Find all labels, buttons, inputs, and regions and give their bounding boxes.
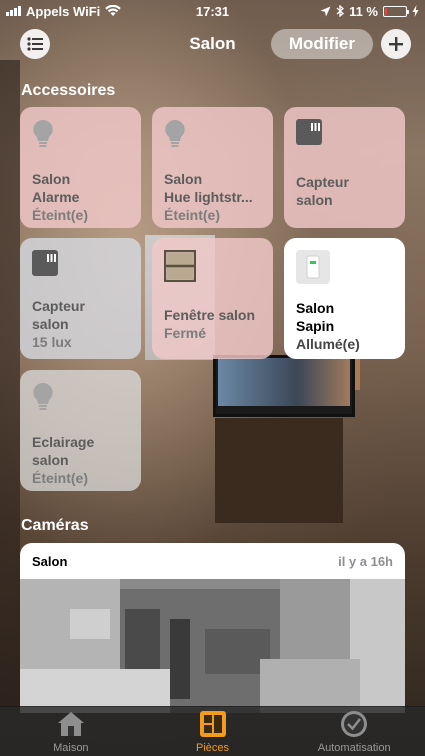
tab-maison[interactable]: Maison bbox=[0, 707, 142, 756]
accessory-tile-salon-hue[interactable]: Salon Hue lightstr... Éteint(e) bbox=[152, 107, 273, 228]
camera-timestamp: il y a 16h bbox=[338, 553, 393, 569]
sensor-icon bbox=[32, 250, 58, 276]
list-icon bbox=[27, 37, 43, 51]
tab-label: Maison bbox=[53, 742, 89, 754]
accessory-tile-salon-sapin[interactable]: Salon Sapin Allumé(e) bbox=[284, 238, 405, 359]
tile-status: Éteint(e) bbox=[32, 207, 88, 223]
accessory-tile-capteur-salon[interactable]: Capteur salon bbox=[284, 107, 405, 228]
accessory-tile-salon-alarme[interactable]: Salon Alarme Éteint(e) bbox=[20, 107, 141, 228]
menu-button[interactable] bbox=[20, 29, 50, 59]
add-button[interactable] bbox=[381, 29, 411, 59]
window-icon bbox=[163, 249, 197, 283]
tile-name: Salon Alarme bbox=[32, 171, 80, 205]
background-tv-screen bbox=[218, 358, 350, 406]
tab-pieces[interactable]: Pièces bbox=[142, 707, 284, 756]
camera-header: Salon il y a 16h bbox=[20, 543, 405, 579]
background-shadow bbox=[0, 60, 20, 710]
accessories-title: Accessoires bbox=[21, 82, 116, 99]
bulb-icon bbox=[165, 119, 185, 147]
accessory-tile-fenetre-salon[interactable]: Fenêtre salon Fermé bbox=[152, 238, 273, 359]
tile-name: Salon Sapin bbox=[296, 300, 335, 334]
accessory-tile-eclairage-salon[interactable]: Eclairage salon Éteint(e) bbox=[20, 370, 141, 491]
tile-name: Fenêtre salon bbox=[164, 307, 256, 323]
sensor-icon bbox=[296, 119, 322, 145]
camera-name: Salon bbox=[32, 553, 68, 569]
tile-name: Salon Hue lightstr... bbox=[164, 171, 253, 205]
camera-card[interactable]: Salon il y a 16h bbox=[20, 543, 405, 713]
clock-label: 17:31 bbox=[195, 3, 230, 19]
tab-bar: Maison Pièces Automatisation bbox=[0, 706, 425, 756]
battery-icon bbox=[383, 5, 409, 17]
accessory-tile-capteur-salon-lux[interactable]: Capteur salon 15 lux bbox=[20, 238, 141, 359]
tab-label: Pièces bbox=[195, 742, 230, 754]
tile-name: Capteur salon bbox=[32, 298, 85, 332]
cameras-title: Caméras bbox=[21, 517, 89, 534]
bulb-icon bbox=[33, 382, 53, 410]
bulb-icon bbox=[33, 119, 53, 147]
rooms-icon bbox=[199, 711, 226, 737]
tile-status: 15 lux bbox=[32, 334, 72, 350]
tile-name: Eclairage salon bbox=[32, 434, 95, 468]
tab-label: Automatisation bbox=[317, 742, 391, 754]
navigation-bar: Salon Modifier bbox=[0, 22, 425, 66]
tile-status: Éteint(e) bbox=[32, 470, 88, 486]
tab-automatisation[interactable]: Automatisation bbox=[283, 707, 425, 756]
tile-status: Allumé(e) bbox=[296, 336, 360, 352]
camera-feed-image bbox=[20, 579, 405, 713]
switch-icon bbox=[296, 250, 330, 284]
plus-icon bbox=[389, 37, 403, 51]
tile-status: Éteint(e) bbox=[164, 207, 220, 223]
background-cabinet bbox=[215, 418, 343, 523]
tile-status: Fermé bbox=[164, 325, 207, 341]
modifier-button[interactable]: Modifier bbox=[270, 29, 373, 59]
clock-check-icon bbox=[341, 711, 368, 737]
tile-name: Capteur salon bbox=[296, 174, 349, 208]
house-icon bbox=[57, 712, 84, 736]
status-bar: Appels WiFi 17:31 11 % bbox=[0, 0, 425, 22]
